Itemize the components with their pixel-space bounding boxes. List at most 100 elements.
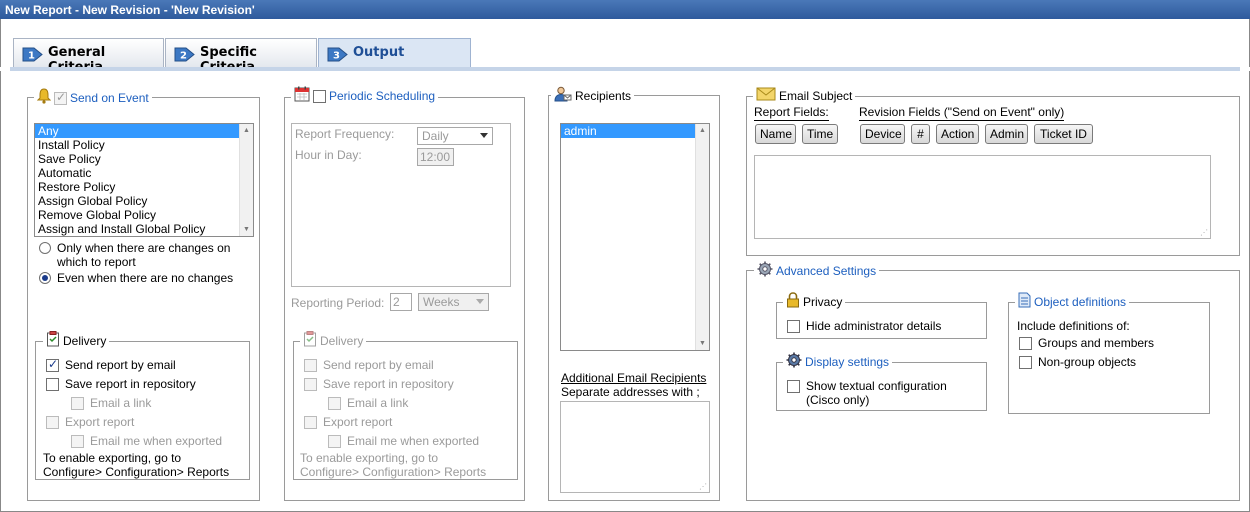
mid-email-link-row[interactable]: Email a link xyxy=(328,396,408,410)
radio-even-no-changes[interactable] xyxy=(39,272,51,284)
action-field-button[interactable]: Action xyxy=(936,124,979,144)
email-subject-legend: Email Subject xyxy=(753,87,856,104)
scroll-up-icon[interactable]: ▲ xyxy=(699,127,706,134)
chevron-down-icon xyxy=(476,299,484,304)
list-item[interactable]: Assign Global Policy xyxy=(35,194,253,208)
ticket-id-field-button[interactable]: Ticket ID xyxy=(1034,124,1093,144)
calendar-icon xyxy=(294,86,310,105)
hide-admin-row[interactable]: Hide administrator details xyxy=(787,319,941,333)
number-field-button[interactable]: # xyxy=(911,124,930,144)
frequency-select[interactable]: Daily xyxy=(417,127,493,145)
nongroup-row[interactable]: Non-group objects xyxy=(1019,355,1136,369)
object-definitions-legend: Object definitions xyxy=(1015,292,1130,311)
mid-send-email-row[interactable]: Send report by email xyxy=(304,358,434,372)
periodic-legend: Periodic Scheduling xyxy=(291,86,439,105)
radio-only-changes[interactable] xyxy=(39,242,51,254)
groups-row[interactable]: Groups and members xyxy=(1019,336,1154,350)
radio-nochanges-row[interactable]: Even when there are no changes xyxy=(39,271,233,285)
admin-field-button[interactable]: Admin xyxy=(985,124,1028,144)
name-field-button[interactable]: Name xyxy=(755,124,796,144)
periodic-label[interactable]: Periodic Scheduling xyxy=(329,89,435,103)
export-note-2: Configure> Configuration> Reports xyxy=(43,465,230,479)
mid-send-email-checkbox[interactable] xyxy=(304,359,317,372)
mid-email-link-checkbox[interactable] xyxy=(328,397,341,410)
list-item[interactable]: Install Policy xyxy=(35,138,253,152)
groups-checkbox[interactable] xyxy=(1019,337,1032,350)
radio-nochanges-label: Even when there are no changes xyxy=(57,271,234,285)
hour-input[interactable]: 12:00 xyxy=(417,148,454,166)
scrollbar[interactable]: ▲ ▼ xyxy=(695,124,709,350)
show-textual-row[interactable]: Show textual configuration (Cisco only) xyxy=(787,379,947,407)
mid-export-checkbox[interactable] xyxy=(304,416,317,429)
radio-changes-row[interactable]: Only when there are changes on which to … xyxy=(39,241,230,269)
mid-email-exported-row[interactable]: Email me when exported xyxy=(328,434,479,448)
radio-changes-label: Only when there are changes on which to … xyxy=(57,241,231,269)
output-panel: Send on Event Any Install Policy Save Po… xyxy=(0,71,1250,512)
period-input[interactable]: 2 xyxy=(390,293,412,311)
resize-grip-icon[interactable]: ⋰ xyxy=(1200,228,1208,237)
step-arrow-icon: 3 xyxy=(327,45,348,63)
period-unit-select[interactable]: Weeks xyxy=(418,293,489,311)
show-textual-checkbox[interactable] xyxy=(787,380,800,393)
send-on-event-checkbox[interactable] xyxy=(54,90,67,105)
mid-email-exported-checkbox[interactable] xyxy=(328,435,341,448)
lock-icon xyxy=(786,292,800,311)
step-arrow-icon: 1 xyxy=(22,45,43,63)
additional-recipients-input[interactable]: ⋰ xyxy=(560,401,710,493)
period-label: Reporting Period: xyxy=(291,296,385,310)
email-link-checkbox[interactable] xyxy=(71,397,84,410)
freq-label: Report Frequency: xyxy=(295,127,395,141)
delivery-label: Delivery xyxy=(63,333,107,348)
event-listbox[interactable]: Any Install Policy Save Policy Automatic… xyxy=(34,123,254,237)
chevron-down-icon xyxy=(480,133,488,138)
gear-icon xyxy=(786,352,802,371)
mid-save-repo-checkbox[interactable] xyxy=(304,378,317,391)
list-item[interactable]: admin xyxy=(561,124,709,138)
display-settings-legend: Display settings xyxy=(783,352,893,371)
scrollbar[interactable]: ▲ ▼ xyxy=(239,124,253,236)
recipients-listbox[interactable]: admin ▲ ▼ xyxy=(560,123,710,351)
send-email-row[interactable]: Send report by email xyxy=(46,357,176,372)
tab-label: Output xyxy=(353,45,405,60)
periodic-checkbox[interactable] xyxy=(313,89,326,103)
tab-output[interactable]: 3 Output xyxy=(318,38,471,67)
list-item[interactable]: Automatic xyxy=(35,166,253,180)
list-item[interactable]: Assign and Install Global Policy xyxy=(35,222,253,236)
list-item[interactable]: Remove Global Policy xyxy=(35,208,253,222)
list-item[interactable]: Save Policy xyxy=(35,152,253,166)
export-row[interactable]: Export report xyxy=(46,415,134,429)
save-repo-checkbox[interactable] xyxy=(46,378,59,391)
email-link-row[interactable]: Email a link xyxy=(71,396,151,410)
svg-text:2: 2 xyxy=(180,51,187,62)
display-settings-label[interactable]: Display settings xyxy=(805,355,889,369)
time-field-button[interactable]: Time xyxy=(802,124,838,144)
mid-export-row[interactable]: Export report xyxy=(304,415,392,429)
email-exported-checkbox[interactable] xyxy=(71,435,84,448)
scroll-down-icon[interactable]: ▼ xyxy=(699,340,706,347)
export-checkbox[interactable] xyxy=(46,416,59,429)
email-subject-input[interactable]: ⋰ xyxy=(754,155,1211,239)
mid-save-repo-row[interactable]: Save report in repository xyxy=(304,377,454,391)
tab-specific-criteria[interactable]: 2 Specific Criteria xyxy=(165,38,317,75)
gear-icon xyxy=(757,261,773,280)
object-definitions-label[interactable]: Object definitions xyxy=(1034,295,1126,309)
window-title: New Report - New Revision - 'New Revisio… xyxy=(0,0,1250,19)
save-repo-row[interactable]: Save report in repository xyxy=(46,377,196,391)
list-item[interactable]: Any xyxy=(35,124,253,138)
email-exported-row[interactable]: Email me when exported xyxy=(71,434,222,448)
send-email-checkbox[interactable] xyxy=(46,357,59,372)
list-item[interactable]: Restore Policy xyxy=(35,180,253,194)
tab-general-criteria[interactable]: 1 General Criteria xyxy=(13,38,164,75)
tab-strip: 1 General Criteria 2 Specific Criteria 3… xyxy=(0,19,1250,75)
user-mail-icon xyxy=(554,86,572,105)
resize-grip-icon[interactable]: ⋰ xyxy=(699,482,707,491)
send-on-event-label[interactable]: Send on Event xyxy=(70,91,149,105)
scroll-up-icon[interactable]: ▲ xyxy=(243,127,250,134)
privacy-label: Privacy xyxy=(803,294,843,309)
nongroup-checkbox[interactable] xyxy=(1019,356,1032,369)
hide-admin-checkbox[interactable] xyxy=(787,320,800,333)
advanced-settings-label[interactable]: Advanced Settings xyxy=(776,264,876,278)
device-field-button[interactable]: Device xyxy=(860,124,905,144)
hour-label: Hour in Day: xyxy=(295,148,362,162)
scroll-down-icon[interactable]: ▼ xyxy=(243,226,250,233)
